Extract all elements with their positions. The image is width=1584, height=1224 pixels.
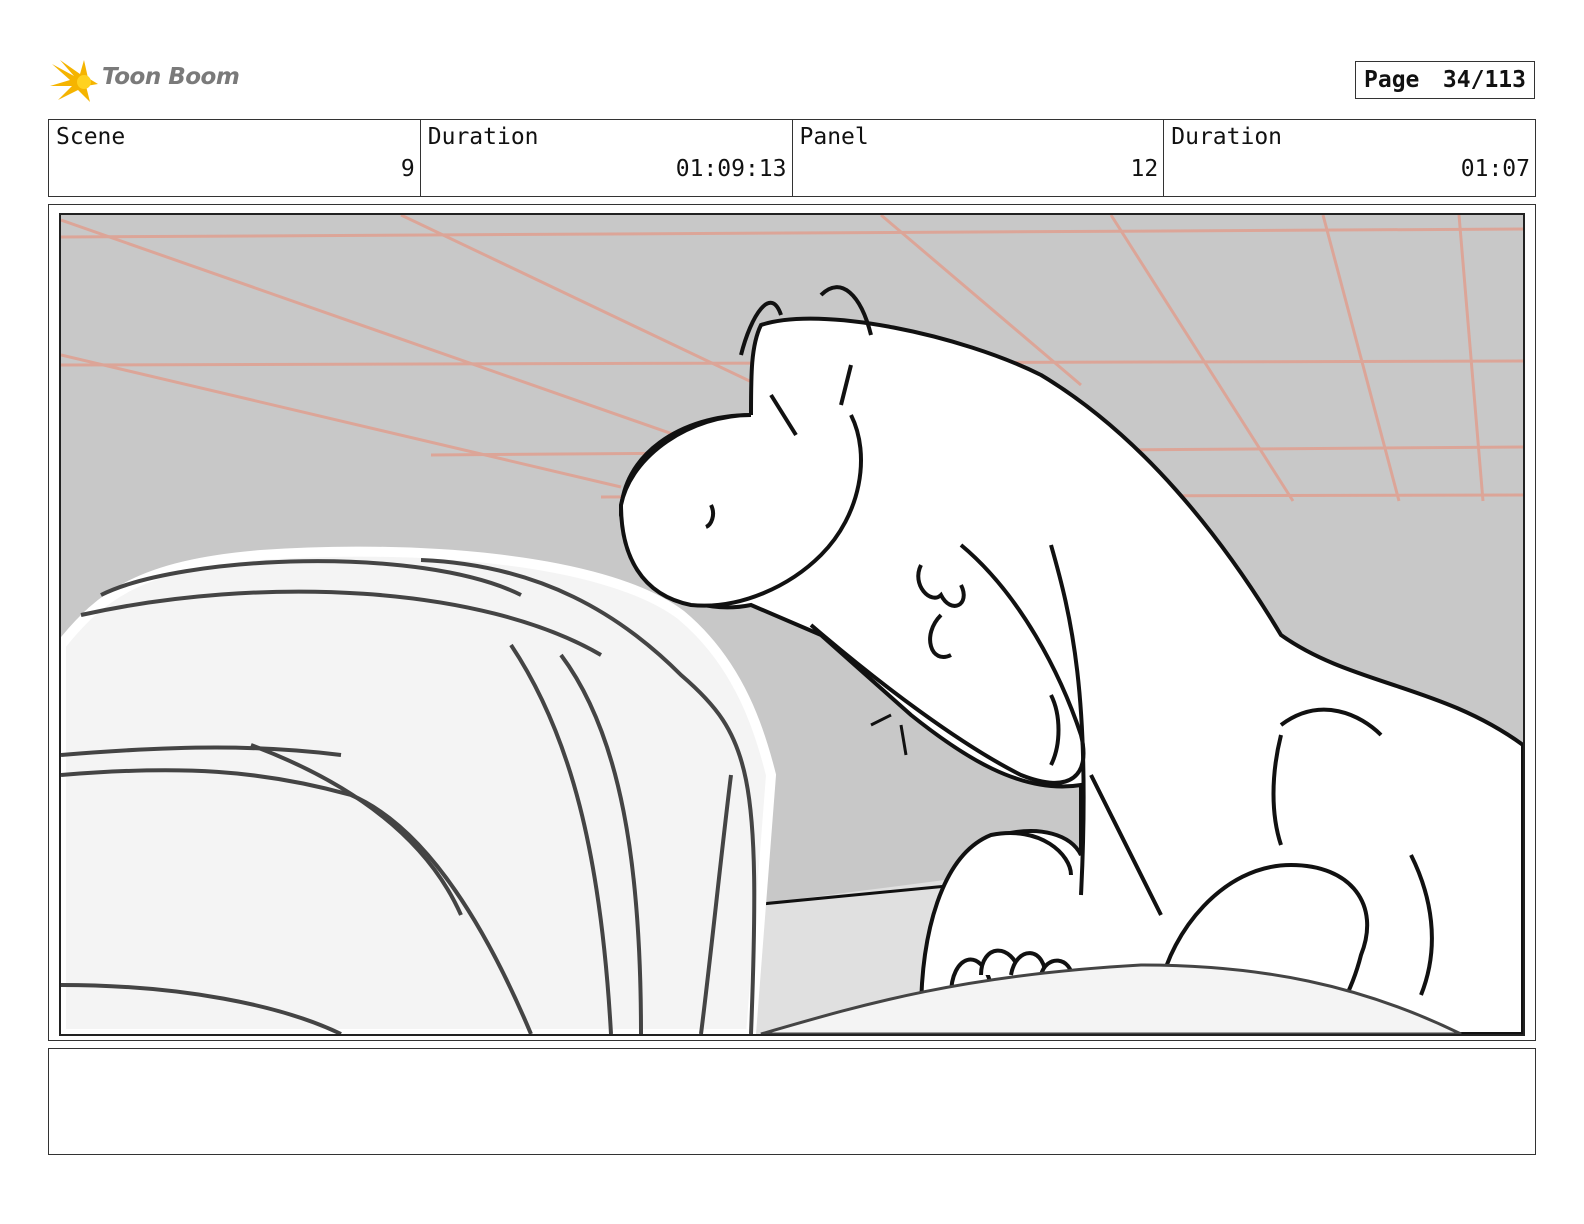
page-label: Page: [1364, 67, 1420, 93]
scene-duration-label: Duration: [427, 124, 539, 150]
scene-value: 9: [400, 156, 415, 182]
scene-label: Scene: [56, 124, 126, 150]
storyboard-panel: [48, 204, 1536, 1041]
logo-text: Toon Boom: [102, 64, 240, 90]
scene-cell: Scene 9: [49, 120, 421, 196]
toon-boom-logo: Toon Boom: [50, 56, 250, 106]
panel-value: 12: [1130, 156, 1159, 182]
panel-label: Panel: [799, 124, 869, 150]
starburst-icon: [50, 60, 98, 102]
panel-duration-cell: Duration 01:07: [1164, 120, 1535, 196]
panel-notes: [48, 1048, 1536, 1155]
scene-duration-cell: Duration 01:09:13: [421, 120, 793, 196]
panel-duration-value: 01:07: [1460, 156, 1530, 182]
page-indicator: Page 34/113: [1355, 61, 1535, 99]
page-number: 34/113: [1442, 67, 1526, 93]
panel-cell: Panel 12: [793, 120, 1165, 196]
panel-info-bar: Scene 9 Duration 01:09:13 Panel 12 Durat…: [48, 119, 1536, 197]
storyboard-sketch-icon: [61, 215, 1523, 1034]
panel-duration-label: Duration: [1171, 124, 1283, 150]
panel-frame: [59, 213, 1525, 1036]
scene-duration-value: 01:09:13: [675, 156, 787, 182]
